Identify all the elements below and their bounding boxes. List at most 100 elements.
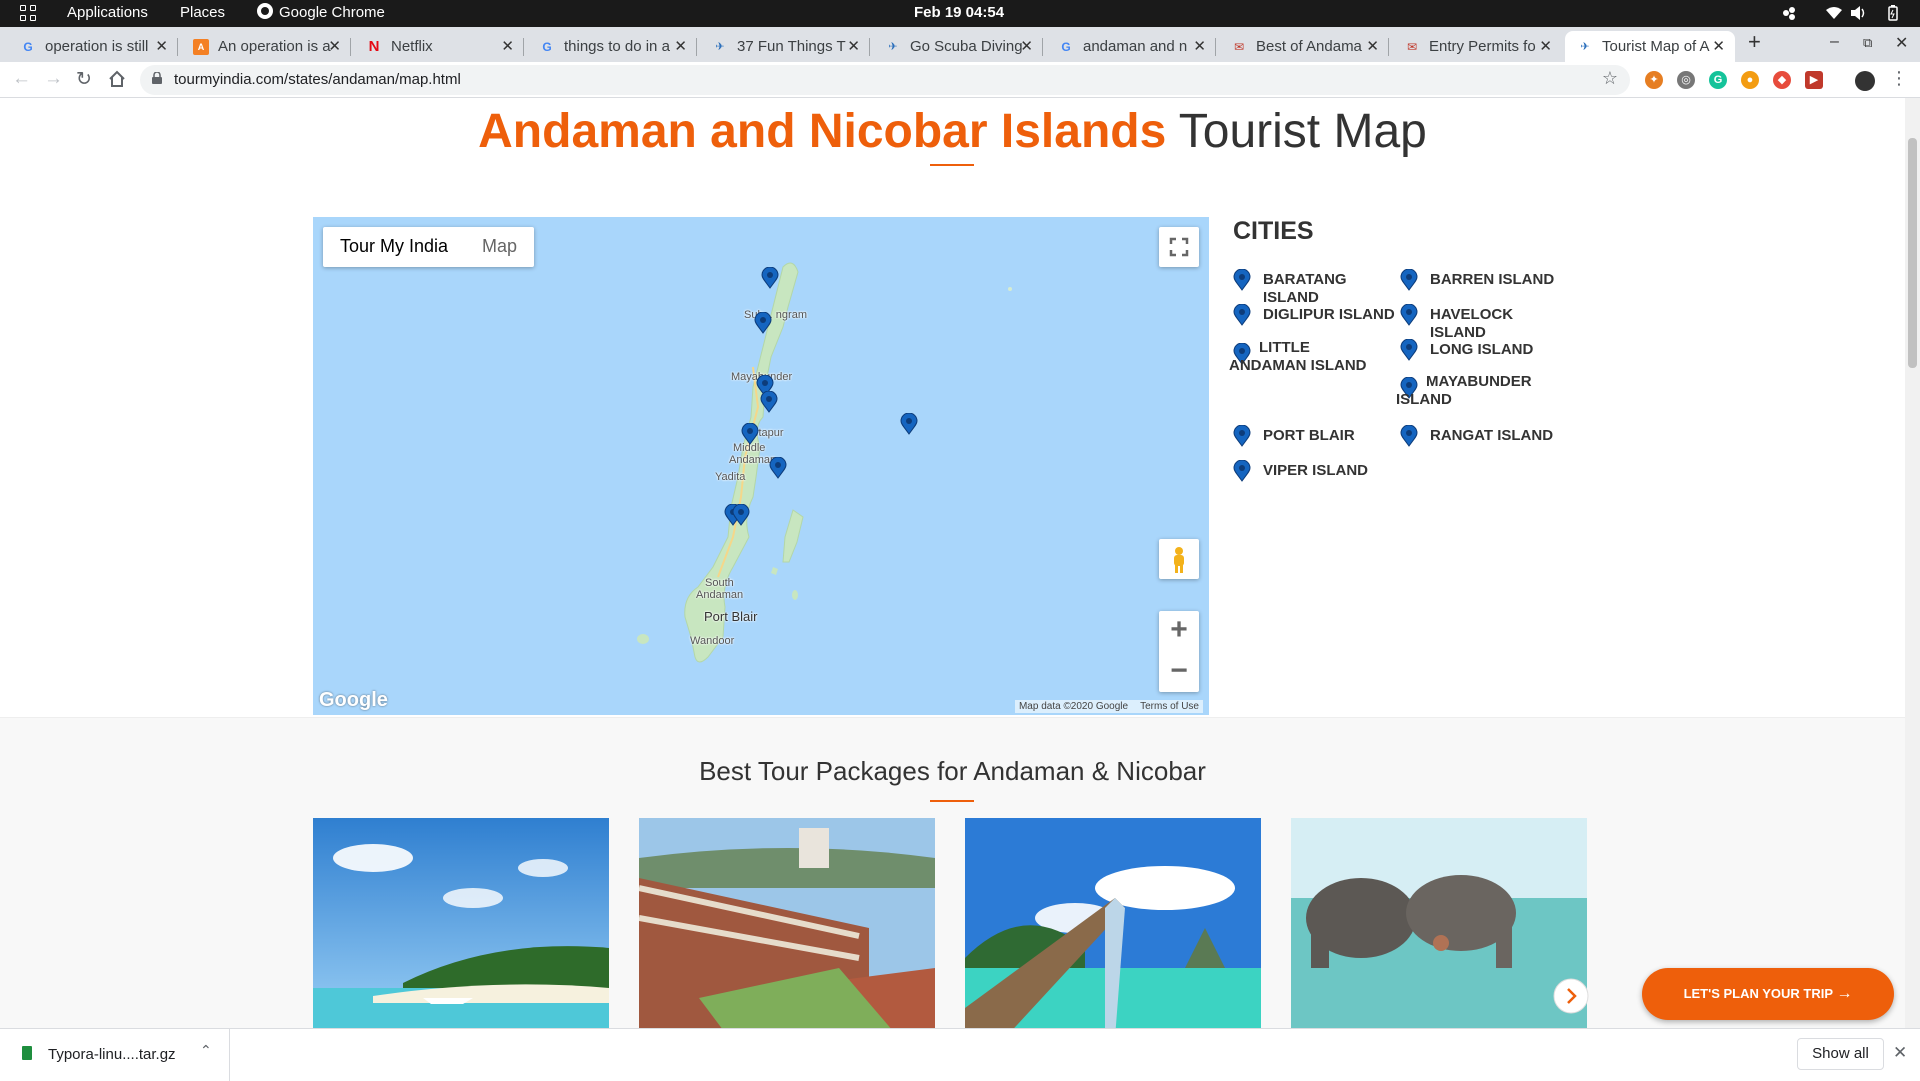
close-tab-icon[interactable]: ✕ — [501, 37, 514, 55]
new-tab-button[interactable]: + — [1748, 29, 1761, 55]
page-title: Andaman and Nicobar Islands Tourist Map — [0, 104, 1905, 159]
close-tab-icon[interactable]: ✕ — [1366, 37, 1379, 55]
map-marker-icon[interactable] — [900, 413, 918, 435]
wifi-icon[interactable] — [1826, 5, 1842, 21]
browser-toolbar: ← → ↻ tourmyindia.com/states/andaman/map… — [0, 62, 1920, 98]
scrollbar-thumb[interactable] — [1908, 138, 1917, 368]
package-card-beach[interactable] — [313, 818, 609, 1028]
tab-andaman-search[interactable]: G andaman and n ✕ — [1046, 31, 1216, 62]
profile-avatar[interactable] — [1855, 71, 1875, 91]
activities-grid-icon[interactable] — [20, 5, 37, 22]
active-app-menu[interactable]: Google Chrome — [279, 4, 385, 21]
network-icon[interactable] — [1781, 5, 1797, 21]
site-icon: ✈ — [888, 41, 898, 53]
map-label: Wandoor — [690, 635, 735, 647]
clock[interactable]: Feb 19 04:54 — [914, 4, 1004, 21]
pegman-icon — [1174, 547, 1184, 573]
lock-icon[interactable] — [152, 72, 162, 84]
map-marker-icon[interactable] — [769, 457, 787, 479]
tab-entry-permits[interactable]: ✉ Entry Permits fo ✕ — [1392, 31, 1562, 62]
url-text[interactable]: tourmyindia.com/states/andaman/map.html — [174, 71, 461, 88]
package-card-elephants[interactable] — [1291, 818, 1587, 1028]
close-tab-icon[interactable]: ✕ — [847, 37, 860, 55]
tab-operation-is-still[interactable]: G operation is still ✕ — [8, 31, 178, 62]
extension-icon[interactable]: ◎ — [1677, 71, 1695, 89]
map-marker-icon[interactable] — [754, 312, 772, 334]
site-icon: ✉ — [1233, 40, 1245, 54]
next-arrow-button[interactable] — [1553, 978, 1589, 1014]
download-item[interactable]: Typora-linu....tar.gz ⌃ — [0, 1029, 230, 1081]
tab-strip: G operation is still ✕ A An operation is… — [0, 27, 1920, 62]
tab-things-to-do[interactable]: G things to do in a ✕ — [527, 31, 697, 62]
home-icon[interactable] — [108, 70, 126, 88]
tab-go-scuba-diving[interactable]: ✈ Go Scuba Diving ✕ — [873, 31, 1043, 62]
package-card-boat[interactable] — [965, 818, 1261, 1028]
reload-button[interactable]: ↻ — [76, 68, 92, 91]
tab-37-fun-things[interactable]: ✈ 37 Fun Things T ✕ — [700, 31, 870, 62]
close-tab-icon[interactable]: ✕ — [1020, 37, 1033, 55]
places-menu[interactable]: Places — [180, 4, 225, 21]
bookmark-star-icon[interactable]: ☆ — [1602, 68, 1618, 89]
map-type-toggle[interactable]: Tour My India Map — [323, 227, 535, 267]
terms-of-use-link[interactable]: Terms of Use — [1140, 701, 1199, 712]
askubuntu-icon: A — [193, 39, 209, 55]
close-window-button[interactable]: ✕ — [1895, 33, 1908, 53]
applications-menu[interactable]: Applications — [67, 4, 148, 21]
close-download-bar-icon[interactable]: ✕ — [1893, 1043, 1907, 1063]
system-top-bar: Applications Places Google Chrome Feb 19… — [0, 0, 1920, 27]
battery-icon[interactable] — [1885, 5, 1901, 21]
map-label: Yadita — [715, 471, 746, 483]
extension-icon[interactable]: ◆ — [1773, 71, 1791, 89]
plan-trip-button[interactable]: LET'S PLAN YOUR TRIP → — [1642, 968, 1894, 1020]
chrome-icon — [257, 3, 273, 19]
tab-an-operation[interactable]: A An operation is a ✕ — [181, 31, 351, 62]
close-tab-icon[interactable]: ✕ — [674, 37, 687, 55]
map-type-map[interactable]: Map — [465, 227, 534, 267]
file-icon — [22, 1046, 32, 1060]
extension-icon[interactable]: ▶ — [1805, 71, 1823, 89]
zoom-in-button[interactable]: + — [1159, 611, 1199, 651]
close-tab-icon[interactable]: ✕ — [1193, 37, 1206, 55]
show-all-button[interactable]: Show all — [1797, 1038, 1884, 1070]
zoom-out-button[interactable]: − — [1159, 652, 1199, 692]
close-tab-icon[interactable]: ✕ — [155, 37, 168, 55]
menu-icon[interactable]: ⋮ — [1890, 68, 1908, 89]
close-tab-icon[interactable]: ✕ — [328, 37, 341, 55]
map-marker-icon[interactable] — [761, 267, 779, 289]
street-view-pegman[interactable] — [1159, 539, 1199, 579]
fullscreen-button[interactable] — [1159, 227, 1199, 267]
forward-button[interactable]: → — [44, 68, 63, 90]
google-map[interactable]: Sub... ngram Mayabunder Betapur Middle A… — [313, 217, 1209, 715]
site-icon: ✈ — [1580, 41, 1590, 53]
tab-tourist-map[interactable]: ✈ Tourist Map of A ✕ — [1565, 31, 1735, 62]
grammarly-icon[interactable]: G — [1709, 71, 1727, 89]
tab-best-of-andaman[interactable]: ✉ Best of Andama ✕ — [1219, 31, 1389, 62]
back-button[interactable]: ← — [12, 68, 31, 90]
tour-packages-section: Best Tour Packages for Andaman & Nicobar — [0, 717, 1905, 1028]
web-page: Andaman and Nicobar Islands Tourist Map … — [0, 98, 1905, 1028]
map-marker-icon[interactable] — [732, 504, 750, 526]
page-scrollbar[interactable] — [1905, 98, 1920, 1028]
extension-icon[interactable]: ✦ — [1645, 71, 1663, 89]
tab-title: An operation is a — [218, 38, 331, 55]
address-bar[interactable]: tourmyindia.com/states/andaman/map.html … — [140, 65, 1630, 95]
beach-image — [313, 818, 609, 1028]
restore-button[interactable]: ⧉ — [1863, 35, 1872, 51]
download-filename: Typora-linu....tar.gz — [48, 1046, 176, 1063]
close-tab-icon[interactable]: ✕ — [1539, 37, 1552, 55]
zoom-control[interactable]: + − — [1159, 611, 1199, 692]
volume-icon[interactable] — [1850, 5, 1866, 21]
map-marker-icon[interactable] — [760, 391, 778, 413]
chevron-up-icon[interactable]: ⌃ — [200, 1042, 212, 1059]
minimize-button[interactable]: – — [1830, 33, 1839, 51]
site-icon: ✉ — [1406, 40, 1418, 54]
map-type-tourmyindia[interactable]: Tour My India — [323, 227, 465, 267]
tab-netflix[interactable]: N Netflix ✕ — [354, 31, 524, 62]
close-tab-icon[interactable]: ✕ — [1712, 37, 1725, 55]
extension-icon[interactable]: ● — [1741, 71, 1759, 89]
map-marker-icon[interactable] — [741, 423, 759, 445]
title-rest: Tourist Map — [1166, 105, 1427, 158]
map-land — [637, 262, 1012, 663]
package-card-cellular-jail[interactable] — [639, 818, 935, 1028]
cellular-jail-image — [639, 818, 935, 1028]
